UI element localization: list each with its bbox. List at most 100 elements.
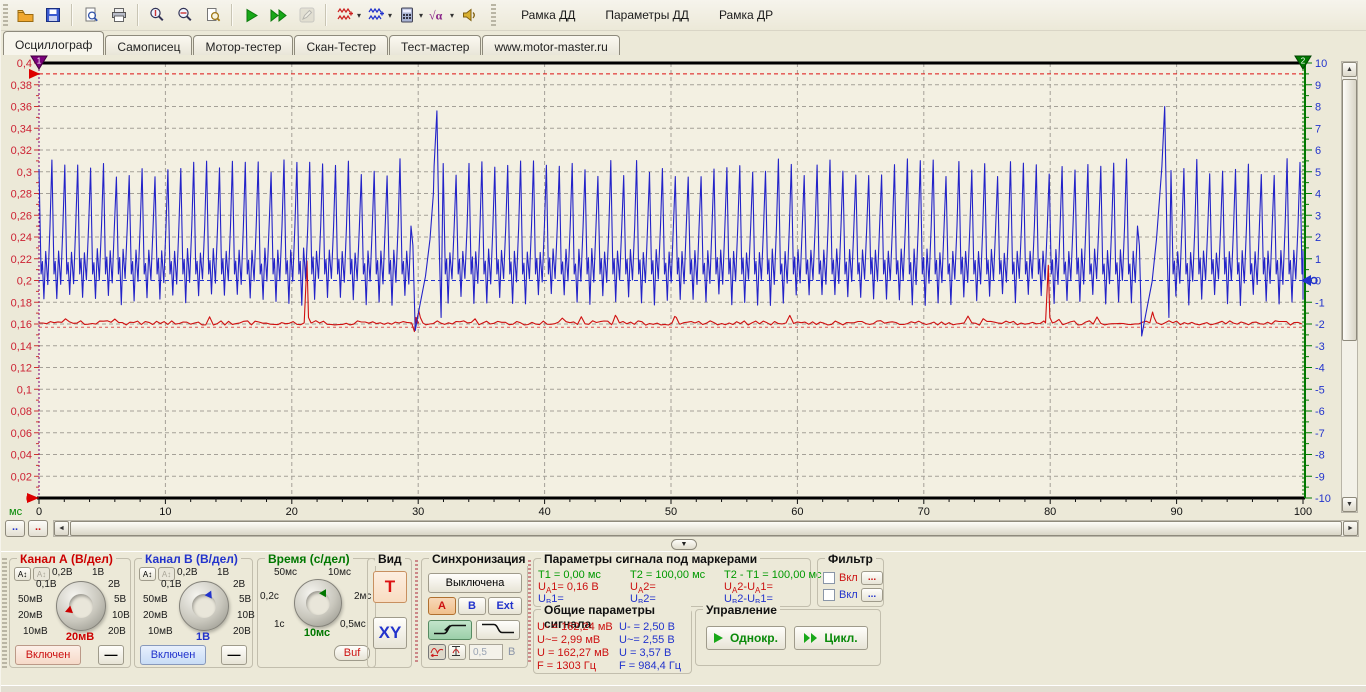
calculator-button[interactable] <box>394 3 420 27</box>
waveform-canvas[interactable]: 0,40,380,360,340,320,30,280,260,240,220,… <box>1 55 1366 552</box>
panel-splitter[interactable] <box>415 560 418 664</box>
channel-b-autoscale-button[interactable]: A↕ <box>139 567 156 581</box>
menu-item-0[interactable]: Рамка ДД <box>513 5 583 25</box>
view-xy-button[interactable]: XY <box>373 617 407 649</box>
collapse-panel-button[interactable]: ▼ <box>671 539 697 550</box>
svg-text:1: 1 <box>37 57 42 66</box>
sync-source-b-button[interactable]: B <box>458 597 486 615</box>
signal-b-menu-button[interactable] <box>363 3 389 27</box>
calculator-dropdown-caret[interactable]: ▾ <box>419 11 423 20</box>
sync-mode-wave-button[interactable] <box>428 644 446 660</box>
timebase-dial-label: 0,5мс <box>340 619 366 630</box>
signal-a-menu-button[interactable] <box>332 3 358 27</box>
channel-b-dial-label: 50мВ <box>143 594 168 605</box>
marker-b-jump-button[interactable]: .. <box>5 520 25 537</box>
svg-text:√α: √α <box>429 9 443 23</box>
channel-b-knob[interactable] <box>179 581 229 631</box>
svg-text:мс: мс <box>9 506 23 518</box>
timebase-knob[interactable] <box>294 579 342 627</box>
filter-settings-button-1[interactable]: ... <box>861 588 883 602</box>
oscilloscope-plot-area: 0,40,380,360,340,320,30,280,260,240,220,… <box>1 55 1366 552</box>
tab-3[interactable]: Скан-Тестер <box>294 35 388 57</box>
svg-text:0,32: 0,32 <box>11 145 32 157</box>
run-single-button[interactable] <box>238 3 264 27</box>
open-button[interactable] <box>12 3 38 27</box>
view-t-button[interactable]: T <box>373 571 407 603</box>
sync-off-button[interactable]: Выключена <box>428 573 522 593</box>
run-cycle-button[interactable] <box>266 3 292 27</box>
signal-a-dropdown-caret[interactable]: ▾ <box>357 11 361 20</box>
zoom-vertical-button[interactable] <box>144 3 170 27</box>
sound-button[interactable] <box>456 3 482 27</box>
channel-b-measurement: U- = 2,50 В <box>619 621 675 633</box>
save-icon <box>45 7 61 23</box>
math-dropdown-caret[interactable]: ▾ <box>450 11 454 20</box>
svg-text:0,2: 0,2 <box>17 276 32 288</box>
channel-a-minus-button[interactable]: — <box>98 645 124 665</box>
horizontal-scroll-thumb[interactable] <box>70 521 1342 536</box>
falling-edge-button[interactable] <box>476 620 520 640</box>
toolbar-separator <box>231 4 233 26</box>
menu-item-2[interactable]: Рамка ДР <box>711 5 781 25</box>
math-button[interactable]: √α <box>425 3 451 27</box>
tab-2[interactable]: Мотор-тестер <box>193 35 293 57</box>
svg-text:0,4: 0,4 <box>17 58 32 70</box>
print-preview-button[interactable] <box>78 3 104 27</box>
sync-level-unit: В <box>508 646 515 658</box>
channel-a-measurement: U~= 2,99 мВ <box>537 634 600 646</box>
save-button[interactable] <box>40 3 66 27</box>
panel-gripper[interactable] <box>2 558 7 670</box>
timebase-dial-label: 0,2с <box>260 591 279 602</box>
menu-bar: Рамка ДД Параметры ДД Рамка ДР <box>499 8 781 22</box>
svg-text:-2: -2 <box>1315 319 1325 331</box>
sync-source-ext-button[interactable]: Ext <box>488 597 522 615</box>
rising-edge-button[interactable] <box>428 620 472 640</box>
filter-checkbox-0[interactable] <box>823 572 835 584</box>
scroll-up-button[interactable]: ▲ <box>1342 62 1357 77</box>
svg-text:1: 1 <box>1315 254 1321 266</box>
tab-5[interactable]: www.motor-master.ru <box>482 35 619 57</box>
marker-a-jump-button[interactable]: .. <box>28 520 48 537</box>
svg-text:7: 7 <box>1315 123 1321 135</box>
toolbar-gripper[interactable] <box>3 4 8 26</box>
tab-0[interactable]: Осциллограф <box>3 31 104 55</box>
buffer-button[interactable]: Buf <box>334 645 370 661</box>
svg-text:0,08: 0,08 <box>11 406 32 418</box>
toolbar-gripper[interactable] <box>491 4 496 26</box>
math-icon: √α <box>428 7 448 23</box>
channel-a-power-button[interactable]: Включен <box>15 645 81 665</box>
vertical-scroll-thumb[interactable] <box>1342 79 1357 341</box>
channel-b-dial-label: 1В <box>217 567 229 578</box>
sync-source-a-button[interactable]: А <box>428 597 456 615</box>
scroll-left-button[interactable]: ◄ <box>54 521 69 536</box>
channel-a-autoscale-button[interactable]: A↕ <box>14 567 31 581</box>
vertical-scrollbar[interactable]: ▲ ▼ <box>1341 61 1358 513</box>
sync-mode-level-button[interactable] <box>448 644 466 660</box>
channel-b-minus-button[interactable]: — <box>221 645 247 665</box>
scroll-right-button[interactable]: ► <box>1343 521 1358 536</box>
signal-b-dropdown-caret[interactable]: ▾ <box>388 11 392 20</box>
falling-edge-icon <box>480 627 516 639</box>
svg-text:-8: -8 <box>1315 450 1325 462</box>
panel-splitter[interactable] <box>528 560 531 664</box>
svg-text:6: 6 <box>1315 145 1321 157</box>
single-run-button[interactable]: Однокр. <box>706 626 786 650</box>
zoom-horizontal-button[interactable] <box>172 3 198 27</box>
scroll-down-button[interactable]: ▼ <box>1342 497 1357 512</box>
menu-item-1[interactable]: Параметры ДД <box>597 5 697 25</box>
channel-a-dial-label: 10мВ <box>23 626 48 637</box>
print-button[interactable] <box>106 3 132 27</box>
filter-settings-button-0[interactable]: ... <box>861 571 883 585</box>
horizontal-scrollbar[interactable]: ◄ ► <box>53 520 1359 537</box>
edit-button[interactable] <box>294 3 320 27</box>
timebase-title: Время (с/дел) <box>265 552 353 566</box>
channel-b-power-button[interactable]: Включен <box>140 645 206 665</box>
filter-checkbox-1[interactable] <box>823 589 835 601</box>
sync-level-input[interactable] <box>469 644 503 660</box>
channel-a-dial-label: 0,1В <box>36 579 57 590</box>
tab-4[interactable]: Тест-мастер <box>389 35 481 57</box>
cycle-run-button[interactable]: Цикл. <box>794 626 868 650</box>
zoom-page-button[interactable] <box>200 3 226 27</box>
tab-1[interactable]: Самописец <box>105 35 192 57</box>
channel-a-knob[interactable] <box>56 581 106 631</box>
